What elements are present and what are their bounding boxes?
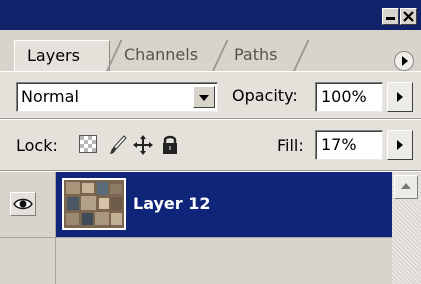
panel-menu-arrow-icon[interactable] [394, 51, 414, 71]
minimize-icon[interactable] [382, 8, 399, 25]
fill-slider-arrow-icon[interactable] [387, 130, 413, 160]
lock-image-pixels-icon[interactable] [108, 134, 128, 156]
blend-mode-value: Normal [21, 87, 79, 106]
chevron-down-icon[interactable] [193, 86, 215, 108]
panel-title-bar[interactable] [0, 0, 421, 30]
opacity-slider-arrow-icon[interactable] [387, 82, 413, 112]
column-divider [55, 172, 56, 284]
layer-name[interactable]: Layer 12 [133, 194, 211, 213]
tab-paths[interactable]: Paths [222, 40, 302, 72]
divider [0, 118, 421, 120]
tab-bar: Layers Channels Paths [0, 30, 421, 72]
visibility-eye-icon[interactable] [10, 192, 36, 216]
layers-panel: Layers Channels Paths Normal Opacity: 10… [0, 0, 421, 284]
scroll-up-arrow-icon[interactable] [394, 175, 418, 199]
lock-position-icon[interactable] [132, 134, 153, 156]
lock-label: Lock: [16, 136, 58, 155]
layer-list: Layer 12 [0, 172, 392, 284]
tab-layers[interactable]: Layers [14, 40, 110, 72]
tab-channels[interactable]: Channels [112, 40, 216, 72]
lock-transparent-pixels-icon[interactable] [78, 134, 98, 156]
blend-mode-select[interactable]: Normal [16, 82, 218, 112]
close-icon[interactable] [400, 8, 417, 25]
lock-all-icon[interactable] [160, 134, 180, 156]
layer-row[interactable]: Layer 12 [0, 172, 392, 237]
row-divider [0, 237, 392, 238]
fill-input[interactable]: 17% [315, 130, 383, 160]
layer-thumbnail [62, 178, 126, 230]
fill-label: Fill: [277, 136, 304, 155]
opacity-input[interactable]: 100% [315, 82, 383, 112]
layers-options: Normal Opacity: 100% Lock: Fill: 17% Lay… [0, 72, 421, 284]
opacity-label: Opacity: [232, 86, 298, 105]
